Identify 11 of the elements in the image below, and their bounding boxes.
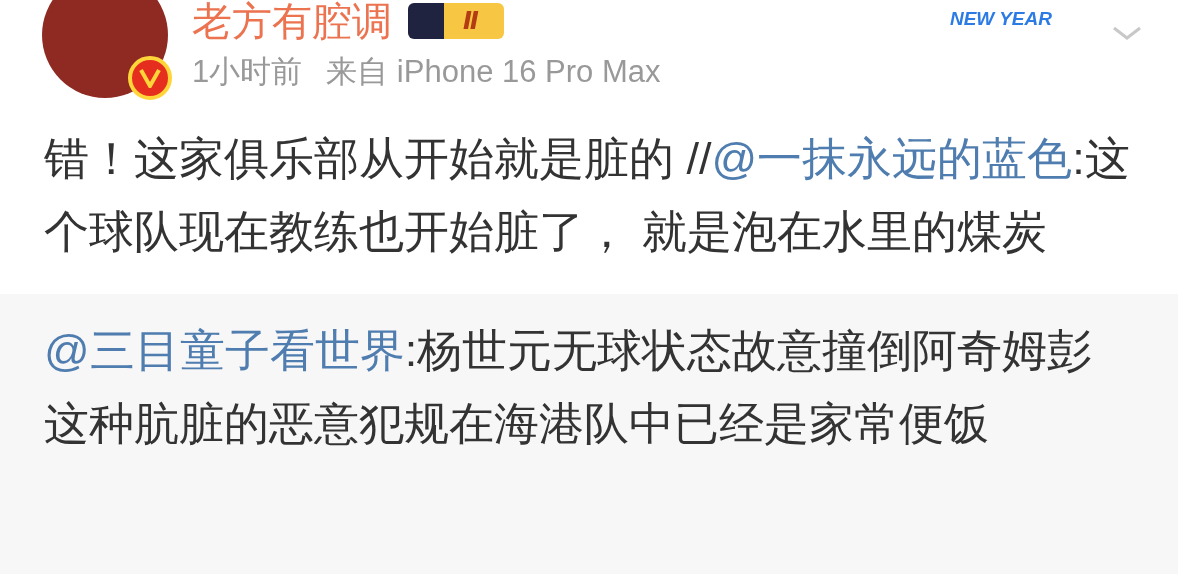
post-source: 来自 iPhone 16 Pro Max [326,53,661,91]
retweet-text: @三目童子看世界:杨世元无球状态故意撞倒阿奇姆彭这种肮脏的恶意犯规在海港队中已经是家常便饭 [43,324,1094,451]
card-decoration-text: NEW YEAR [949,8,1052,30]
mention-link[interactable]: @一抹永远的蓝色 [711,133,1073,184]
post-text: 错！这家俱乐部从开始就是脏的 //@一抹永远的蓝色:这个球队现在教练也开始脏了， 就是泡在水里的煤炭 [43,132,1131,259]
verified-badge [128,56,172,100]
chevron-icon[interactable] [1112,26,1142,40]
username[interactable]: 老方有腔调 [192,0,392,42]
mention-link[interactable]: @三目童子看世界 [44,325,405,376]
level-badge: Ⅱ [408,3,504,39]
post-time: 1小时前 [192,53,303,91]
